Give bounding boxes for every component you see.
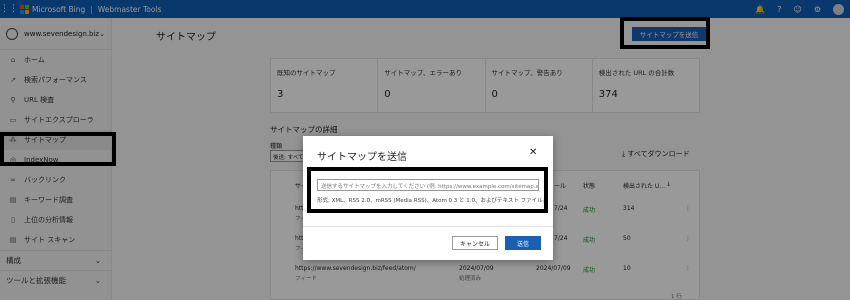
cancel-button[interactable]: キャンセル xyxy=(452,236,498,250)
send-button[interactable]: 送信 xyxy=(505,236,541,250)
highlight-sidebar-sitemaps xyxy=(0,132,116,166)
highlight-submit-button xyxy=(620,17,710,49)
dialog-divider xyxy=(303,226,553,227)
highlight-url-input xyxy=(307,167,548,213)
dialog-title: サイトマップを送信 xyxy=(317,152,407,163)
close-icon[interactable]: ✕ xyxy=(529,147,537,158)
